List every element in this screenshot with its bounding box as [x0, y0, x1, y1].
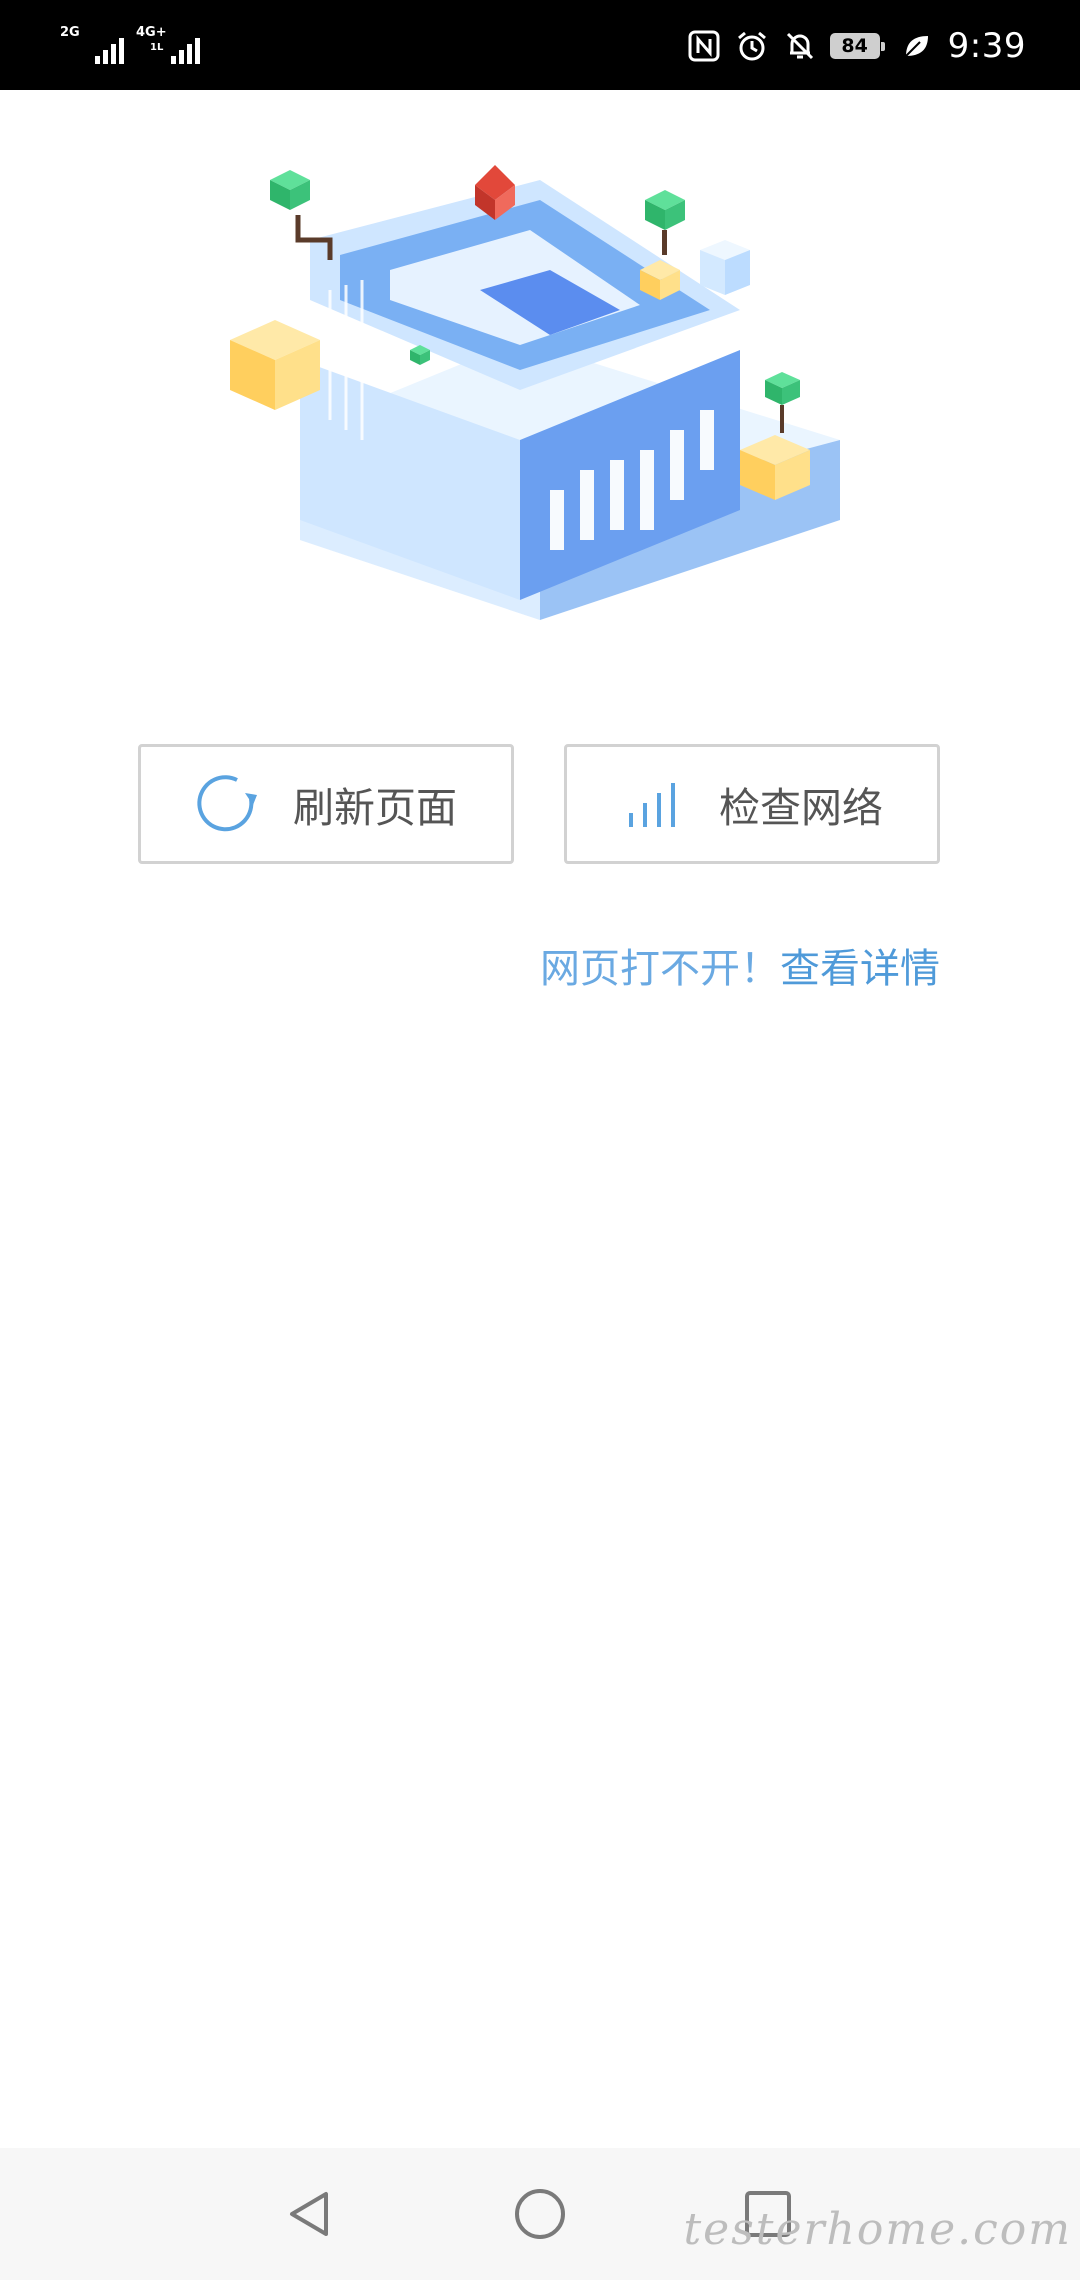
watermark-text: testerhome.com [683, 2204, 1072, 2255]
signal-2g: 2G [58, 24, 124, 68]
system-nav-bar: testerhome.com [0, 2148, 1080, 2280]
refresh-page-label: 刷新页面 [293, 784, 457, 832]
network-sub-label: 1L [150, 42, 164, 53]
error-illustration [220, 160, 840, 660]
bell-off-icon [782, 28, 818, 64]
alarm-icon [734, 28, 770, 64]
back-triangle-icon[interactable] [274, 2178, 346, 2250]
network-indicators: 2G 4G+ 1L [58, 22, 200, 68]
signal-bars-icon [95, 38, 124, 64]
refresh-page-button[interactable]: 刷新页面 [138, 744, 514, 864]
leaf-icon [898, 28, 934, 64]
battery-level: 84 [841, 35, 868, 57]
battery-icon: 84 [829, 33, 885, 59]
error-detail-row: 网页打不开！查看详情 [540, 936, 940, 994]
signal-bars-icon [619, 769, 689, 839]
check-network-label: 检查网络 [719, 784, 883, 832]
network-type-label: 2G [60, 25, 80, 40]
signal-4g: 4G+ 1L [134, 24, 200, 68]
check-network-button[interactable]: 检查网络 [564, 744, 940, 864]
system-indicators: 84 9:39 [686, 26, 1026, 66]
home-circle-icon[interactable] [504, 2178, 576, 2250]
network-type-label: 4G+ [136, 25, 167, 40]
error-message: 网页打不开！ [540, 946, 780, 992]
nfc-icon [686, 28, 722, 64]
status-bar: 2G 4G+ 1L 84 9:39 [0, 0, 1080, 90]
signal-bars-icon [171, 38, 200, 64]
clock: 9:39 [947, 26, 1026, 66]
view-details-link[interactable]: 查看详情 [780, 946, 940, 992]
refresh-icon [193, 769, 263, 839]
